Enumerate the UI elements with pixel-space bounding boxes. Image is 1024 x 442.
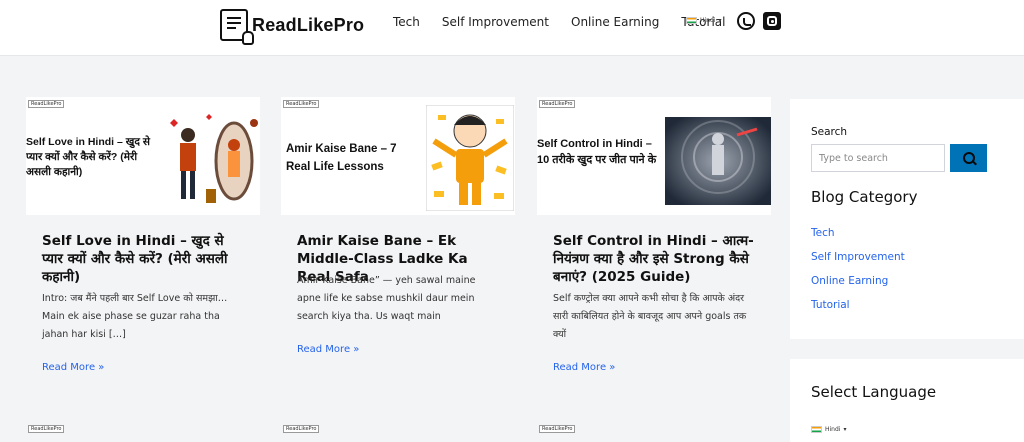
site-logo[interactable]: ReadLikePro (220, 9, 365, 45)
india-flag-icon (686, 17, 697, 24)
logo-icon (220, 9, 254, 45)
category-link-self-improvement[interactable]: Self Improvement (811, 251, 905, 263)
post-thumbnail[interactable]: ReadLikePro Amir Kaise Bane – 7 Real Lif… (281, 97, 515, 215)
language-select[interactable]: Hindi ▾ (811, 426, 846, 433)
next-post-thumbnail-badge[interactable]: ReadLikePro (539, 425, 576, 433)
search-button[interactable] (950, 144, 987, 172)
india-flag-icon (811, 426, 822, 433)
post-card-amir-kaise-bane: ReadLikePro Amir Kaise Bane – 7 Real Lif… (281, 97, 515, 405)
main-nav: Tech Self Improvement Online Earning Tut… (393, 15, 725, 29)
post-title[interactable]: Self Love in Hindi – खुद से प्यार क्यों … (42, 232, 247, 286)
post-excerpt: Amir Kaise Bane” — yeh sawal maine apne … (297, 275, 476, 322)
language-heading: Select Language (811, 383, 937, 401)
next-post-thumbnail-badge[interactable]: ReadLikePro (28, 425, 65, 433)
thumbnail-badge: ReadLikePro (283, 100, 320, 108)
post-thumbnail[interactable]: ReadLikePro Self Control in Hindi – 10 त… (537, 97, 771, 215)
thumbnail-text: Self Love in Hindi – खुद से प्यार क्यों … (26, 136, 150, 178)
post-title[interactable]: Self Control in Hindi – आत्म-नियंत्रण क्… (553, 232, 758, 286)
language-switcher[interactable]: Hindi ▾ (686, 17, 721, 24)
site-header: ReadLikePro Tech Self Improvement Online… (0, 0, 1024, 56)
language-label: Hindi (700, 17, 716, 24)
chevron-down-icon: ▾ (843, 426, 847, 433)
logo-text: ReadLikePro (252, 14, 365, 35)
whatsapp-icon[interactable] (737, 12, 755, 30)
nav-item-online-earning[interactable]: Online Earning (571, 15, 659, 29)
post-card-self-control: ReadLikePro Self Control in Hindi – 10 त… (537, 97, 771, 405)
category-link-online-earning[interactable]: Online Earning (811, 275, 888, 287)
post-excerpt: Self कण्ट्रोल क्या आपने कभी सोचा है कि आ… (553, 293, 747, 340)
thumbnail-text: Amir Kaise Bane – 7 Real Life Lessons (286, 143, 397, 173)
thumbnail-badge: ReadLikePro (539, 100, 576, 108)
search-input[interactable]: Type to search (811, 144, 945, 172)
post-excerpt: Intro: जब मैंने पहली बार Self Love को सम… (42, 293, 228, 340)
search-label: Search (811, 126, 848, 138)
category-heading: Blog Category (811, 188, 918, 206)
category-link-tech[interactable]: Tech (811, 227, 835, 239)
language-select-value: Hindi (825, 426, 841, 433)
self-control-illustration (665, 117, 771, 205)
sidebar-search-widget: Search Type to search Blog Category Tech… (790, 99, 1024, 339)
post-thumbnail[interactable]: ReadLikePro Self Love in Hindi – खुद से … (26, 97, 260, 215)
next-post-thumbnail-badge[interactable]: ReadLikePro (283, 425, 320, 433)
read-more-link[interactable]: Read More » (42, 362, 104, 373)
post-card-self-love: ReadLikePro Self Love in Hindi – खुद से … (26, 97, 260, 405)
nav-item-tech[interactable]: Tech (393, 15, 420, 29)
instagram-icon[interactable] (763, 12, 781, 30)
read-more-link[interactable]: Read More » (553, 362, 615, 373)
read-more-link[interactable]: Read More » (297, 344, 359, 355)
money-man-illustration (426, 105, 514, 211)
thumbnail-badge: ReadLikePro (28, 100, 65, 108)
nav-item-self-improvement[interactable]: Self Improvement (442, 15, 549, 29)
chevron-down-icon: ▾ (718, 17, 722, 24)
thumbnail-text: Self Control in Hindi – 10 तरीके खुद पर … (537, 138, 657, 166)
self-love-illustration (170, 114, 258, 203)
category-link-tutorial[interactable]: Tutorial (811, 299, 850, 311)
sidebar-language-widget: Select Language Hindi ▾ (790, 359, 1024, 442)
